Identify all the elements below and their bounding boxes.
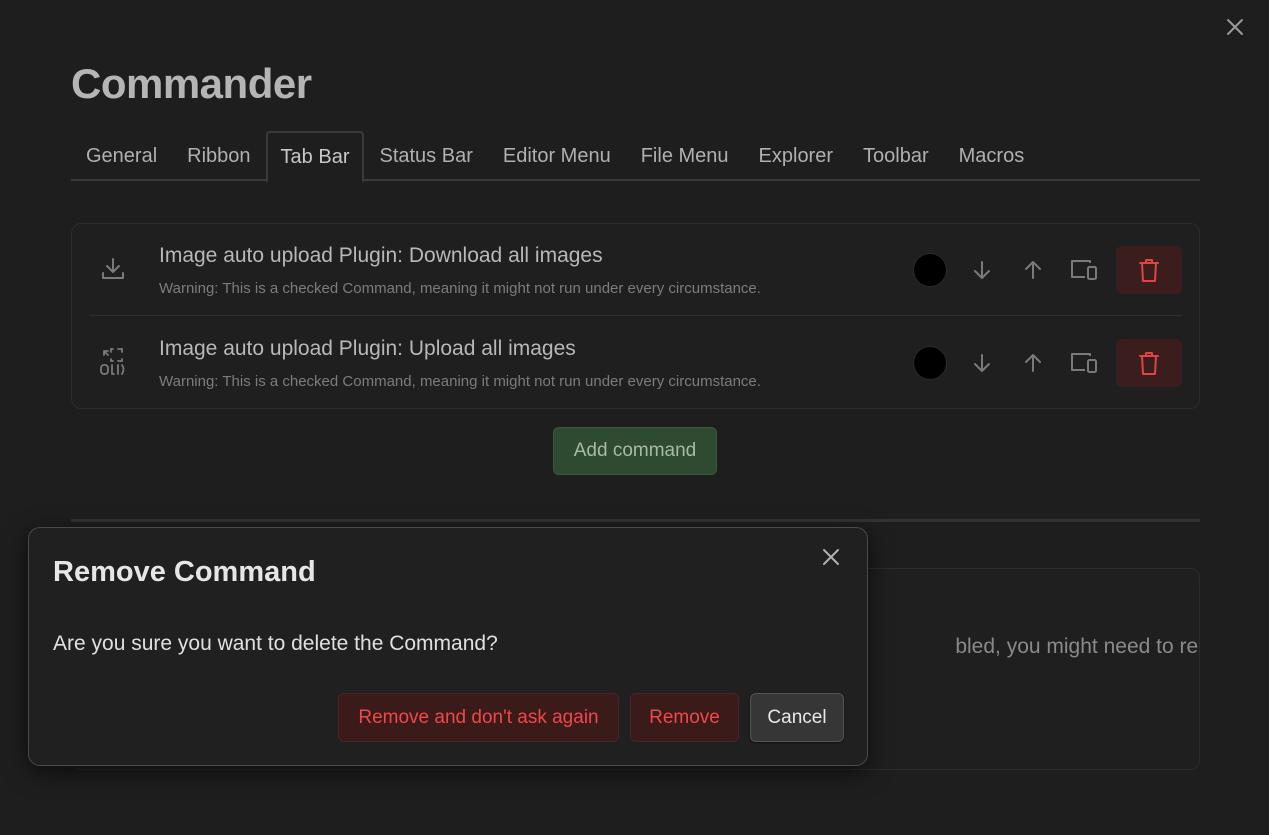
tab-macros[interactable]: Macros [944,131,1040,181]
cancel-button[interactable]: Cancel [750,693,844,742]
remove-command-dialog: Remove Command Are you sure you want to … [28,527,868,766]
section-divider [71,519,1200,522]
close-dialog-button[interactable] [817,543,845,571]
arrow-down-icon [974,354,990,372]
close-icon [823,549,839,565]
download-icon [98,254,128,284]
devices-icon [1071,353,1097,373]
add-command-button[interactable]: Add command [553,427,717,475]
close-settings-button[interactable] [1221,13,1249,41]
command-item: Image auto upload Plugin: Download all i… [90,224,1182,316]
tab-explorer[interactable]: Explorer [744,131,848,181]
tab-status-bar[interactable]: Status Bar [364,131,487,181]
setting-description: bled, you might need to restart [955,635,1199,658]
upload-frame-icon [98,347,128,377]
tab-general[interactable]: General [71,131,172,181]
dialog-title: Remove Command [53,556,316,588]
arrow-down-icon [974,261,990,279]
tab-file-menu[interactable]: File Menu [626,131,744,181]
move-up-button[interactable] [1019,349,1047,377]
command-list: Image auto upload Plugin: Download all i… [71,223,1200,409]
delete-command-button[interactable] [1116,246,1182,294]
move-down-button[interactable] [968,256,996,284]
tab-ribbon[interactable]: Ribbon [172,131,265,181]
device-mode-button[interactable] [1070,256,1098,284]
command-item: Image auto upload Plugin: Upload all ima… [90,317,1182,409]
command-warning: Warning: This is a checked Command, mean… [159,373,761,390]
tab-toolbar[interactable]: Toolbar [848,131,944,181]
close-icon [1227,19,1243,35]
tab-bar: General Ribbon Tab Bar Status Bar Editor… [71,131,1200,183]
delete-command-button[interactable] [1116,339,1182,387]
move-down-button[interactable] [968,349,996,377]
remove-button[interactable]: Remove [630,693,739,742]
device-mode-button[interactable] [1070,349,1098,377]
command-color-picker[interactable] [913,253,947,287]
dialog-message: Are you sure you want to delete the Comm… [53,632,498,655]
command-color-picker[interactable] [913,346,947,380]
trash-icon [1139,259,1159,282]
devices-icon [1071,260,1097,280]
move-up-button[interactable] [1019,256,1047,284]
tab-editor-menu[interactable]: Editor Menu [488,131,626,181]
arrow-up-icon [1025,261,1041,279]
command-warning: Warning: This is a checked Command, mean… [159,280,761,297]
command-name: Image auto upload Plugin: Download all i… [159,244,603,267]
command-name: Image auto upload Plugin: Upload all ima… [159,337,576,360]
remove-dont-ask-button[interactable]: Remove and don't ask again [338,693,619,742]
arrow-up-icon [1025,354,1041,372]
page-title: Commander [71,60,312,107]
trash-icon [1139,352,1159,375]
tab-tab-bar[interactable]: Tab Bar [265,131,365,183]
